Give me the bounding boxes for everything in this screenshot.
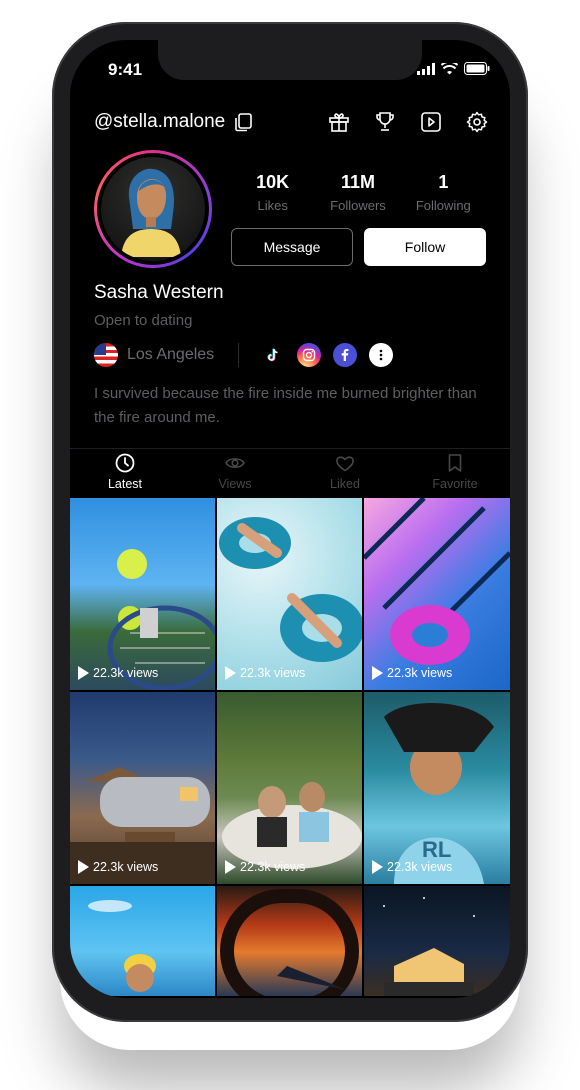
view-count: 22.3k views — [387, 860, 453, 874]
post-thumbnail[interactable]: 22.3k views — [217, 498, 362, 690]
trailer-camp-image — [70, 767, 215, 884]
tab-label: Latest — [107, 477, 143, 491]
profile-status: Open to dating — [94, 312, 193, 329]
post-caption: 22.3k views — [78, 860, 158, 874]
play-icon — [225, 666, 236, 680]
tennis-player-image: RL — [384, 703, 494, 884]
play-square-icon[interactable] — [418, 109, 444, 135]
clock-icon — [114, 452, 136, 474]
play-icon — [225, 860, 236, 874]
status-icons — [417, 60, 490, 80]
trophy-icon[interactable] — [372, 109, 398, 135]
avatar-image — [101, 157, 205, 261]
post-thumbnail[interactable]: 22.3k views — [364, 498, 510, 690]
night-camping-image — [383, 897, 475, 996]
gear-icon[interactable] — [464, 109, 490, 135]
post-thumbnail[interactable]: 22.3k views — [70, 498, 215, 690]
instagram-icon[interactable] — [297, 343, 322, 367]
facebook-icon[interactable] — [333, 343, 358, 367]
stat-label: Following — [415, 198, 471, 213]
stat-value: 11M — [340, 172, 375, 192]
stat-value: 10K — [256, 172, 290, 192]
eye-icon — [224, 452, 246, 474]
post-caption: 22.3k views — [225, 666, 305, 680]
profile-bio: I survived because the fire inside me bu… — [94, 385, 477, 426]
wifi-icon — [440, 60, 459, 80]
tab-views[interactable]: Views — [180, 452, 290, 496]
location-row: Los Angeles — [94, 340, 490, 370]
us-flag-icon — [94, 343, 118, 367]
bookmark-icon — [444, 452, 466, 474]
stat-value: 1 — [438, 172, 449, 192]
airplane-window-image — [220, 889, 359, 996]
post-thumbnail[interactable]: 22.3k views — [70, 692, 215, 884]
play-icon — [372, 666, 383, 680]
play-icon — [372, 860, 383, 874]
picnic-image — [222, 782, 362, 869]
tennis-image — [107, 549, 215, 690]
post-thumbnail[interactable] — [364, 886, 510, 996]
tab-label: Liked — [330, 477, 360, 491]
avatar[interactable] — [94, 150, 212, 268]
post-caption: 22.3k views — [372, 860, 452, 874]
gift-icon[interactable] — [326, 109, 352, 135]
view-count: 22.3k views — [240, 666, 306, 680]
play-icon — [78, 666, 89, 680]
view-count: 22.3k views — [387, 666, 453, 680]
tab-label: Favorite — [432, 477, 478, 491]
top-actions — [326, 108, 490, 136]
stat-likes[interactable]: 10K Likes — [230, 172, 315, 213]
post-caption: 22.3k views — [225, 860, 305, 874]
message-button[interactable]: Message — [231, 228, 353, 266]
tab-label: Views — [218, 477, 252, 491]
divider — [70, 448, 510, 449]
stat-following[interactable]: 1 Following — [401, 172, 486, 213]
pool-ring-image — [364, 498, 510, 665]
svg-text:RL: RL — [422, 837, 451, 862]
profile-handle: @stella.malone — [94, 111, 226, 132]
post-thumbnail[interactable] — [70, 886, 215, 996]
post-caption: 22.3k views — [372, 666, 452, 680]
copy-icon[interactable] — [233, 112, 253, 132]
view-count: 22.3k views — [93, 666, 159, 680]
screen: 9:41 @stella.malone 10K Likes 11M Follow… — [70, 40, 510, 998]
notch — [158, 40, 422, 80]
tiktok-icon[interactable] — [261, 343, 286, 367]
tab-latest[interactable]: Latest — [70, 452, 180, 496]
divider — [238, 343, 240, 367]
social-links — [261, 343, 394, 367]
posts-grid: 22.3k views 22.3k views 22.3k views 22.3… — [70, 498, 510, 996]
content-tabs: Latest Views Liked Favorite — [70, 452, 510, 496]
post-caption: 22.3k views — [78, 666, 158, 680]
post-thumbnail[interactable]: 22.3k views — [217, 692, 362, 884]
view-count: 22.3k views — [240, 860, 306, 874]
stats-row: 10K Likes 11M Followers 1 Following — [230, 172, 486, 213]
follow-button[interactable]: Follow — [364, 228, 486, 266]
pool-floats-image — [219, 517, 362, 662]
profile-name: Sasha Western — [94, 282, 224, 303]
play-icon — [78, 860, 89, 874]
stat-label: Followers — [330, 198, 386, 213]
stat-followers[interactable]: 11M Followers — [315, 172, 400, 213]
post-thumbnail[interactable] — [217, 886, 362, 996]
battery-icon — [464, 62, 490, 80]
tab-favorite[interactable]: Favorite — [400, 452, 510, 496]
sky-portrait-image — [88, 900, 156, 992]
tab-liked[interactable]: Liked — [290, 452, 400, 496]
header-row: @stella.malone — [94, 108, 490, 136]
view-count: 22.3k views — [93, 860, 159, 874]
status-time: 9:41 — [108, 60, 143, 79]
more-icon[interactable] — [369, 343, 394, 367]
location-text: Los Angeles — [127, 346, 215, 363]
heart-icon — [334, 452, 356, 474]
post-thumbnail[interactable]: RL 22.3k views — [364, 692, 510, 884]
stat-label: Likes — [257, 198, 288, 213]
